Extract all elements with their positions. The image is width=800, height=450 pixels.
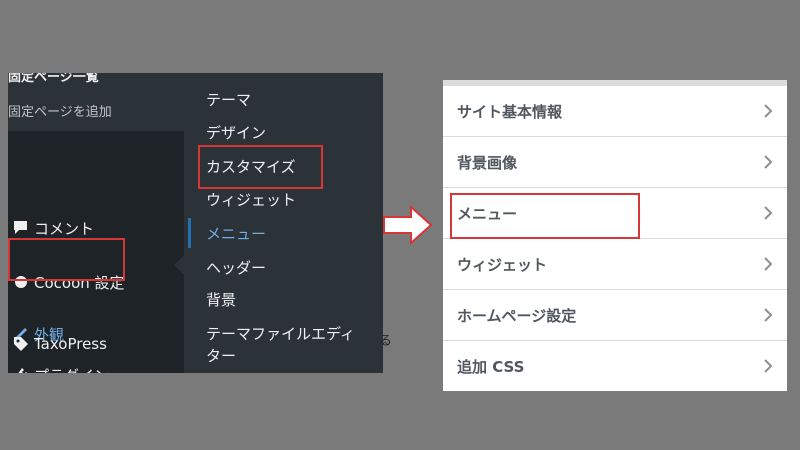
chevron-right-icon (764, 155, 773, 169)
flyout-item-themes[interactable]: テーマ (206, 89, 251, 110)
flyout-item-widgets[interactable]: ウィジェット (206, 189, 296, 210)
section-background-image[interactable]: 背景画像 (443, 137, 787, 188)
section-homepage-settings[interactable]: ホームページ設定 (443, 290, 787, 341)
chevron-right-icon (764, 308, 773, 322)
chevron-right-icon (764, 359, 773, 373)
section-label: サイト基本情報 (457, 102, 563, 121)
flyout-item-theme-file-editor-cont[interactable]: ター (206, 345, 236, 366)
highlight-appearance (8, 238, 125, 281)
wp-admin-panel: 固定ページ一覧 固定ページを追加 コメント Cocoon 設定 外観 テーマ デ… (8, 73, 383, 373)
menu-item-label: コメント (34, 219, 95, 238)
menu-item-label: プラグイン (34, 365, 109, 374)
tag-icon (8, 329, 34, 359)
flyout-item-header[interactable]: ヘッダー (206, 257, 266, 278)
section-additional-css[interactable]: 追加 CSS (443, 341, 787, 391)
plugin-icon (8, 360, 34, 373)
edge-text: る (379, 334, 393, 349)
flyout-item-menus[interactable]: メニュー (206, 223, 266, 244)
section-label: ホームページ設定 (457, 306, 577, 325)
menu-item-taxopress[interactable]: TaxoPress (8, 329, 184, 359)
menu-item-label: TaxoPress (34, 335, 107, 353)
flyout-item-background[interactable]: 背景 (206, 289, 236, 310)
pages-submenu: 固定ページ一覧 固定ページを追加 (8, 73, 184, 131)
section-widgets[interactable]: ウィジェット (443, 239, 787, 290)
chevron-right-icon (764, 104, 773, 118)
flyout-item-design[interactable]: デザイン (206, 122, 266, 143)
chevron-right-icon (764, 206, 773, 220)
chevron-right-icon (764, 257, 773, 271)
current-item-indicator (188, 218, 191, 248)
menu-item-plugins[interactable]: プラグイン (8, 360, 184, 373)
section-site-identity[interactable]: サイト基本情報 (443, 86, 787, 137)
flyout-pointer (174, 255, 184, 275)
section-label: ウィジェット (457, 255, 548, 274)
section-label: 背景画像 (457, 153, 518, 172)
admin-main-menu: 固定ページ一覧 固定ページを追加 コメント Cocoon 設定 外観 (8, 73, 184, 373)
section-label: 追加 CSS (457, 357, 525, 376)
right-arrow-icon (383, 205, 433, 245)
highlight-customize (198, 145, 323, 189)
appearance-flyout-menu: テーマ デザイン カスタマイズ ウィジェット メニュー ヘッダー 背景 テーマフ… (184, 73, 383, 373)
highlight-menus-section (450, 193, 640, 239)
submenu-add-page[interactable]: 固定ページを追加 (8, 101, 112, 120)
flyout-item-theme-file-editor[interactable]: テーマファイルエディ (206, 323, 355, 344)
submenu-all-pages[interactable]: 固定ページ一覧 (8, 73, 99, 85)
